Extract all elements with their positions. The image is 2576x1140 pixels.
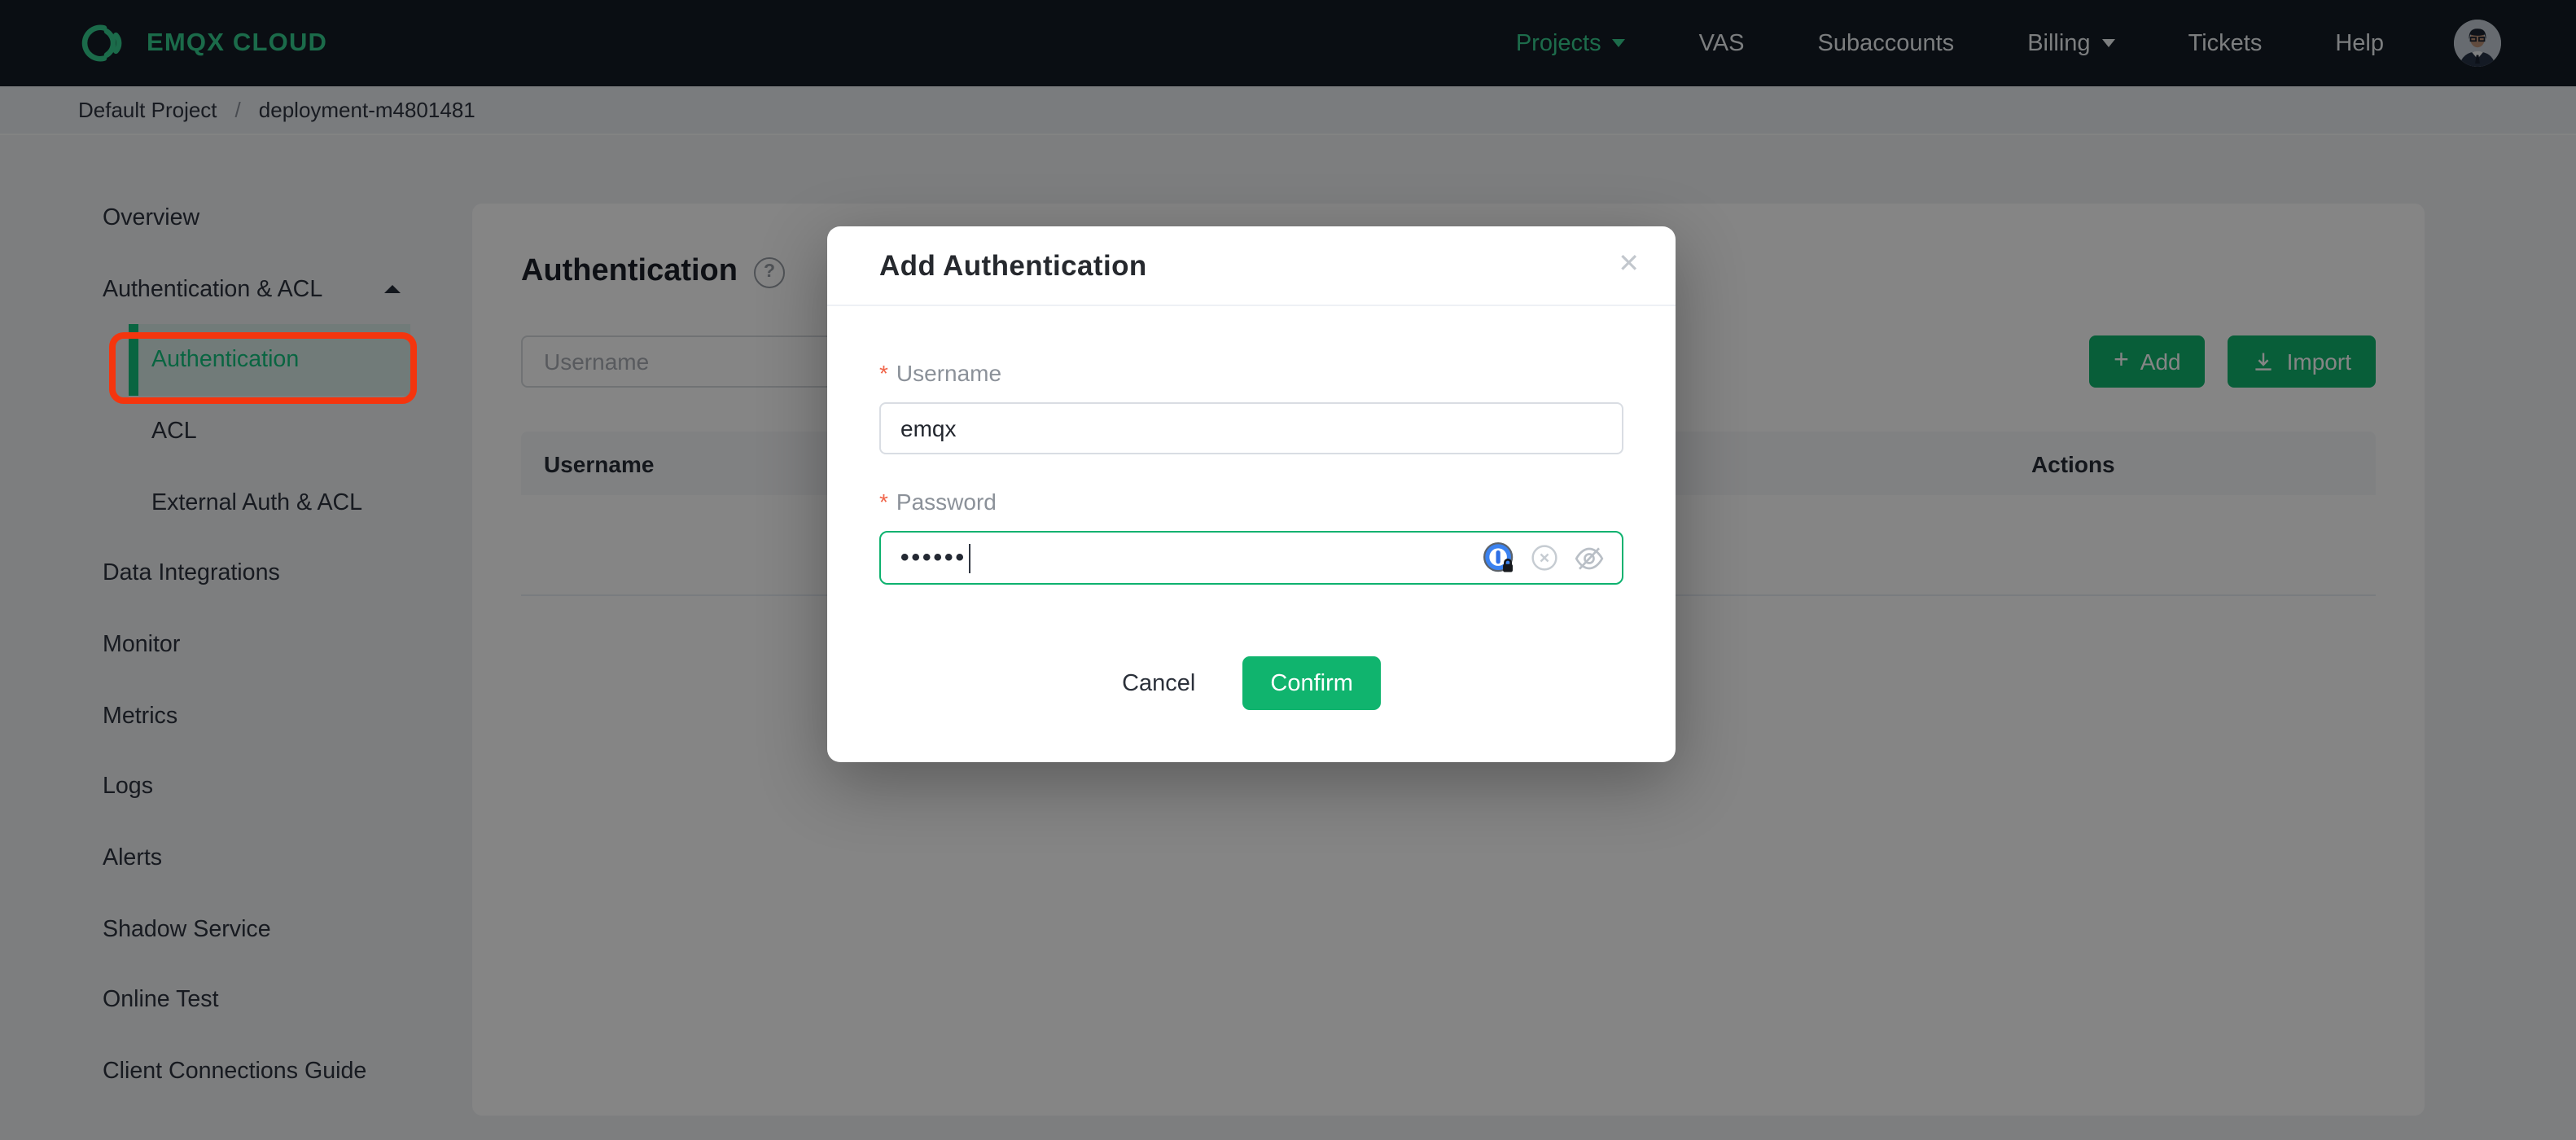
password-field-icons [1482, 541, 1606, 575]
text-cursor [968, 543, 971, 572]
modal-header: Add Authentication ✕ [827, 226, 1676, 306]
clear-input-icon[interactable] [1531, 544, 1558, 572]
username-label-text: Username [896, 360, 1002, 386]
password-label-text: Password [896, 489, 997, 515]
password-masked-value: •••••• [900, 544, 967, 572]
username-field-label: * Username [879, 360, 1623, 386]
app-viewport: EMQX CLOUD Projects VAS Subaccounts Bill… [0, 0, 2576, 1140]
required-marker: * [879, 360, 888, 386]
password-field-label: * Password [879, 489, 1623, 515]
modal-body: * Username * Password •••••• [827, 306, 1676, 710]
close-icon[interactable]: ✕ [1618, 252, 1640, 278]
modal-title: Add Authentication [879, 248, 1147, 281]
required-marker: * [879, 489, 888, 515]
add-authentication-modal: Add Authentication ✕ * Username * Passwo… [827, 226, 1676, 762]
password-field[interactable]: •••••• [879, 531, 1623, 585]
password-manager-icon[interactable] [1482, 541, 1516, 575]
cancel-button[interactable]: Cancel [1122, 670, 1195, 696]
modal-footer: Cancel Confirm [879, 656, 1623, 710]
toggle-password-visibility-icon[interactable] [1573, 542, 1606, 574]
username-field[interactable] [879, 402, 1623, 454]
confirm-button[interactable]: Confirm [1242, 656, 1381, 710]
